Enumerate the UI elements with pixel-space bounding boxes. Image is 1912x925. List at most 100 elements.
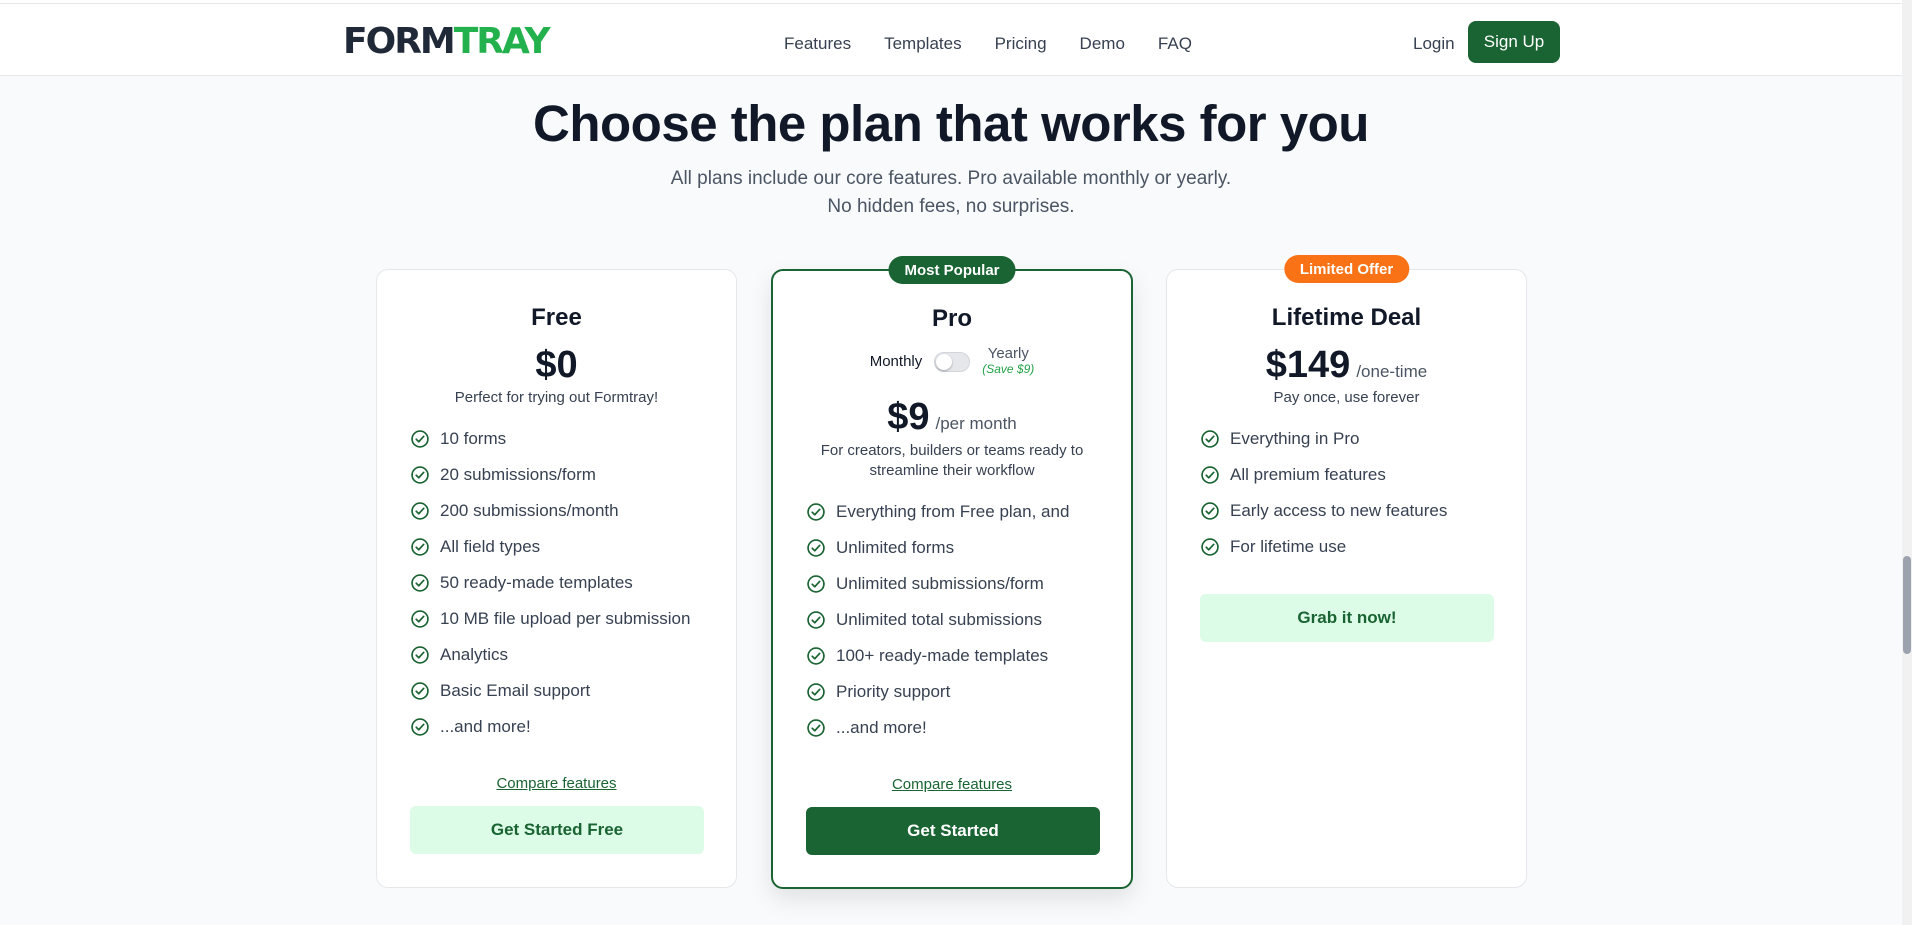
feature-text: Everything in Pro bbox=[1230, 429, 1360, 448]
feature-item: 10 MB file upload per submission bbox=[410, 601, 690, 637]
price-period: /one-time bbox=[1356, 362, 1428, 381]
feature-list: 10 forms 20 submissions/form 200 submiss… bbox=[410, 421, 690, 745]
yearly-savings-note: (Save $9) bbox=[982, 362, 1035, 376]
formtray-logo[interactable]: FORMTRAY bbox=[343, 21, 551, 62]
feature-text: 100+ ready-made templates bbox=[836, 646, 1049, 665]
check-circle-icon bbox=[410, 717, 430, 737]
feature-text: 50 ready-made templates bbox=[440, 573, 633, 592]
scrollbar-thumb[interactable] bbox=[1903, 556, 1911, 654]
price-period: /per month bbox=[935, 414, 1017, 433]
limited-offer-badge: Limited Offer bbox=[1283, 255, 1410, 283]
feature-item: ...and more! bbox=[806, 710, 1069, 746]
check-circle-icon bbox=[806, 502, 826, 522]
plan-name: Pro bbox=[931, 305, 972, 332]
pricing-subtitle-line-2: No hidden fees, no surprises. bbox=[827, 196, 1075, 217]
feature-item: Analytics bbox=[410, 637, 690, 673]
lifetime-plan-card: Limited Offer Lifetime Deal $149/one-tim… bbox=[1166, 255, 1527, 888]
feature-item: Unlimited submissions/form bbox=[806, 566, 1069, 602]
free-plan-card: Free $0 Perfect for trying out Formtray!… bbox=[376, 269, 737, 888]
compare-features-link[interactable]: Compare features bbox=[773, 776, 1131, 793]
feature-text: Priority support bbox=[836, 682, 951, 701]
check-circle-icon bbox=[1200, 537, 1220, 557]
plan-name: Free bbox=[531, 304, 582, 331]
get-started-pro-button[interactable]: Get Started bbox=[806, 807, 1100, 855]
toggle-yearly[interactable]: Yearly (Save $9) bbox=[982, 345, 1034, 376]
feature-item: Unlimited total submissions bbox=[806, 602, 1069, 638]
plan-price: $149 bbox=[1265, 344, 1351, 386]
feature-item: 10 forms bbox=[410, 421, 690, 457]
check-circle-icon bbox=[806, 718, 826, 738]
check-circle-icon bbox=[1200, 501, 1220, 521]
nav-links: Features Templates Pricing Demo FAQ bbox=[784, 32, 1192, 56]
price-row: $149/one-time bbox=[1167, 344, 1526, 387]
check-circle-icon bbox=[410, 429, 430, 449]
check-circle-icon bbox=[410, 681, 430, 701]
check-circle-icon bbox=[410, 465, 430, 485]
check-circle-icon bbox=[1200, 465, 1220, 485]
signup-button[interactable]: Sign Up bbox=[1468, 21, 1560, 63]
check-circle-icon bbox=[806, 538, 826, 558]
feature-text: Everything from Free plan, and bbox=[836, 502, 1070, 521]
feature-text: Analytics bbox=[440, 645, 509, 664]
feature-item: Everything in Pro bbox=[1200, 421, 1447, 457]
compare-features-link[interactable]: Compare features bbox=[377, 775, 736, 792]
plan-name: Lifetime Deal bbox=[1271, 304, 1422, 331]
toggle-monthly-label[interactable]: Monthly bbox=[870, 353, 923, 370]
pricing-subtitle-line-1: All plans include our core features. Pro… bbox=[670, 168, 1232, 189]
feature-text: Unlimited submissions/form bbox=[836, 574, 1044, 593]
toggle-yearly-label: Yearly bbox=[987, 345, 1029, 362]
logo-text-form: FORM bbox=[343, 21, 456, 62]
get-started-free-button[interactable]: Get Started Free bbox=[410, 806, 704, 854]
feature-list: Everything in Pro All premium features E… bbox=[1200, 421, 1447, 565]
feature-text: 10 MB file upload per submission bbox=[440, 609, 691, 628]
feature-text: 10 forms bbox=[440, 429, 507, 448]
billing-toggle-row: Monthly Yearly (Save $9) bbox=[773, 345, 1131, 376]
price-row: $0 bbox=[377, 344, 736, 387]
plan-description: Pay once, use forever bbox=[1273, 389, 1420, 406]
nav-link-features[interactable]: Features bbox=[784, 32, 851, 56]
feature-item: All field types bbox=[410, 529, 690, 565]
grab-it-now-button[interactable]: Grab it now! bbox=[1200, 594, 1494, 642]
page-scrollbar[interactable] bbox=[1902, 0, 1912, 925]
check-circle-icon bbox=[806, 646, 826, 666]
nav-link-demo[interactable]: Demo bbox=[1080, 32, 1125, 56]
feature-text: Early access to new features bbox=[1230, 501, 1448, 520]
logo-text-tray: TRAY bbox=[453, 21, 551, 62]
check-circle-icon bbox=[806, 574, 826, 594]
feature-item: ...and more! bbox=[410, 709, 690, 745]
navbar: FORMTRAY Features Templates Pricing Demo… bbox=[0, 4, 1902, 76]
feature-item: 20 submissions/form bbox=[410, 457, 690, 493]
feature-item: Early access to new features bbox=[1200, 493, 1447, 529]
pricing-subtitle: All plans include our core features. Pro… bbox=[0, 165, 1902, 221]
check-circle-icon bbox=[1200, 429, 1220, 449]
feature-item: Everything from Free plan, and bbox=[806, 494, 1069, 530]
feature-item: Priority support bbox=[806, 674, 1069, 710]
billing-toggle-switch[interactable] bbox=[934, 352, 971, 372]
check-circle-icon bbox=[410, 537, 430, 557]
feature-item: Basic Email support bbox=[410, 673, 690, 709]
feature-text: ...and more! bbox=[440, 717, 531, 736]
feature-text: 20 submissions/form bbox=[440, 465, 596, 484]
check-circle-icon bbox=[410, 609, 430, 629]
feature-text: For lifetime use bbox=[1230, 537, 1347, 556]
check-circle-icon bbox=[806, 682, 826, 702]
nav-link-pricing[interactable]: Pricing bbox=[995, 32, 1047, 56]
login-link[interactable]: Login bbox=[1413, 32, 1455, 56]
feature-item: 200 submissions/month bbox=[410, 493, 690, 529]
nav-link-faq[interactable]: FAQ bbox=[1158, 32, 1192, 56]
feature-text: Basic Email support bbox=[440, 681, 591, 700]
plan-price: $0 bbox=[535, 344, 578, 386]
feature-text: All premium features bbox=[1230, 465, 1386, 484]
plan-description: Perfect for trying out Formtray! bbox=[454, 389, 659, 406]
check-circle-icon bbox=[806, 610, 826, 630]
feature-item: 50 ready-made templates bbox=[410, 565, 690, 601]
feature-item: All premium features bbox=[1200, 457, 1447, 493]
check-circle-icon bbox=[410, 501, 430, 521]
feature-text: Unlimited forms bbox=[836, 538, 955, 557]
nav-link-templates[interactable]: Templates bbox=[884, 32, 961, 56]
feature-item: For lifetime use bbox=[1200, 529, 1447, 565]
pro-plan-card: Most Popular Pro Monthly Yearly (Save $9… bbox=[771, 256, 1133, 889]
feature-text: All field types bbox=[440, 537, 541, 556]
toggle-knob bbox=[936, 354, 953, 370]
feature-item: 100+ ready-made templates bbox=[806, 638, 1069, 674]
